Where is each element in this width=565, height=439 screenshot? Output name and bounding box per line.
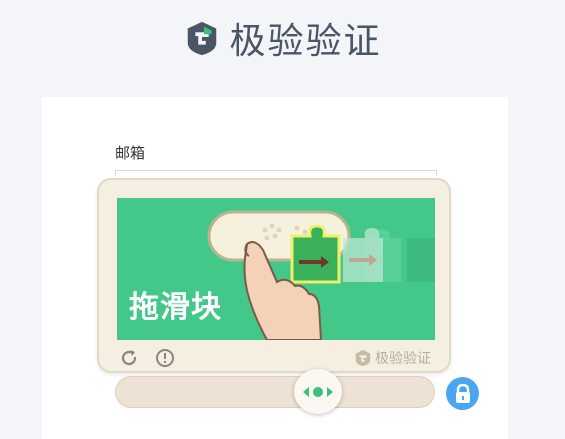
- exclamation-circle-icon[interactable]: [155, 348, 175, 368]
- brand-title: 极验验证: [229, 21, 382, 62]
- refresh-icon[interactable]: [119, 348, 139, 368]
- brand-header: 极验验证: [0, 10, 565, 66]
- geetest-small-logo-icon: [355, 349, 371, 367]
- captcha-brand: 极验验证: [354, 348, 431, 368]
- drag-arrows-icon: [303, 386, 333, 397]
- lock-button[interactable]: [446, 377, 479, 410]
- slider-track[interactable]: [115, 376, 435, 408]
- email-field[interactable]: [115, 170, 437, 176]
- lock-icon: [455, 383, 470, 403]
- captcha-brand-name: 极验验证: [375, 351, 431, 367]
- captcha-puzzle-image: 拖滑块: [117, 198, 435, 340]
- captcha-instruction: 拖滑块: [129, 290, 222, 325]
- email-label: 邮箱: [115, 144, 146, 162]
- geetest-logo-icon: [188, 21, 217, 56]
- slider-handle[interactable]: [294, 369, 342, 414]
- captcha-widget: 拖滑块 极验验证: [97, 178, 451, 373]
